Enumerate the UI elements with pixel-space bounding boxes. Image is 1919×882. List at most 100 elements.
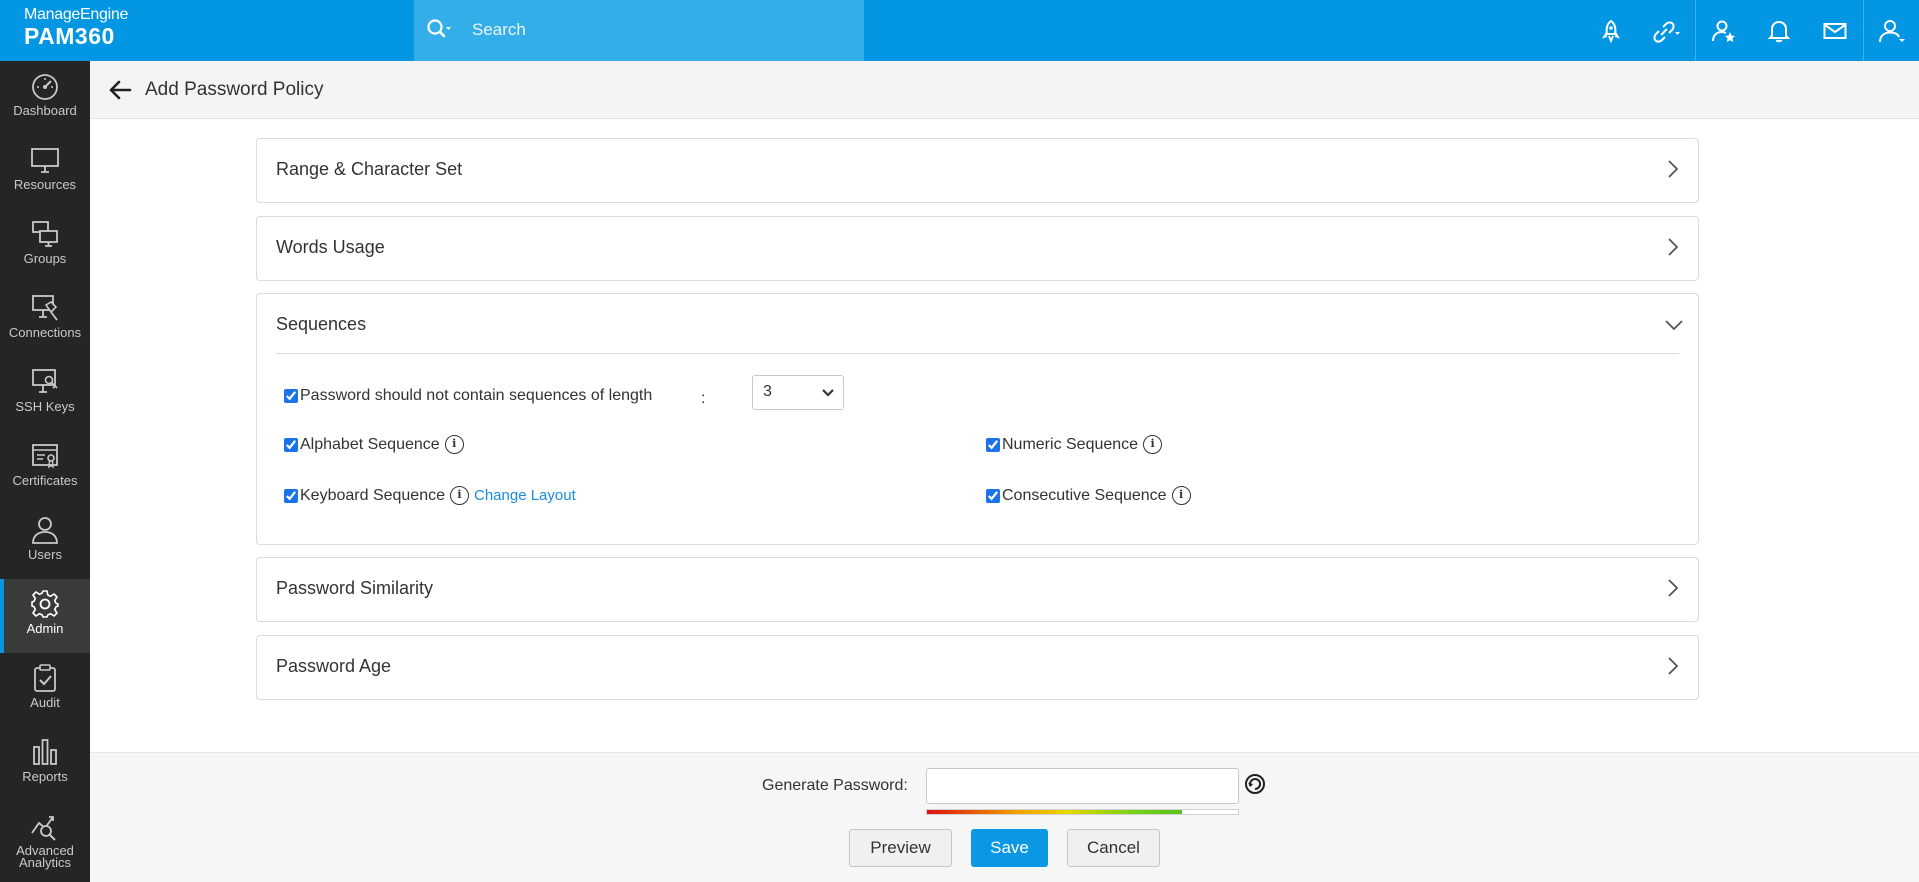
accordion-title[interactable]: Sequences (276, 314, 366, 335)
sidebar-item-connections[interactable]: Connections (0, 283, 90, 357)
consecutive-sequence-checkbox[interactable] (986, 488, 1000, 503)
keyboard-sequence-option: Keyboard Sequence i Change Layout (284, 486, 576, 505)
sidebar-item-label: Groups (23, 251, 67, 266)
user-icon (32, 517, 58, 544)
certificate-icon (32, 444, 58, 469)
sequence-length-value: 3 (763, 383, 772, 400)
search-input[interactable] (472, 18, 842, 42)
info-icon[interactable]: i (450, 486, 469, 505)
back-arrow-icon[interactable] (108, 79, 132, 101)
product-name: PAM360 (24, 23, 115, 49)
form-footer: Generate Password: Preview Save Cancel (90, 752, 1919, 882)
bell-icon[interactable] (1751, 0, 1807, 61)
alphabet-sequence-checkbox[interactable] (284, 437, 298, 452)
sidebar-item-groups[interactable]: Groups (0, 209, 90, 283)
rocket-icon[interactable] (1583, 0, 1639, 61)
analytics-icon (31, 816, 56, 841)
sequence-length-select[interactable]: 3 (752, 375, 844, 410)
chevron-right-icon (1668, 579, 1679, 597)
search-bar[interactable] (414, 0, 864, 61)
alphabet-sequence-option: Alphabet Sequence i (284, 435, 464, 454)
top-icons (1583, 0, 1919, 61)
chevron-right-icon (1668, 160, 1679, 178)
ssh-keys-icon (32, 369, 58, 393)
chevron-down-icon (822, 389, 834, 397)
sidebar-item-users[interactable]: Users (0, 505, 90, 579)
company-name: ManageEngine (24, 6, 129, 23)
user-icon[interactable] (1863, 0, 1919, 61)
monitor-icon (31, 148, 59, 173)
accordion-title: Password Age (276, 656, 392, 676)
search-icon[interactable] (426, 18, 452, 42)
sidebar-item-label: Advanced Analytics (16, 843, 74, 870)
keyboard-sequence-checkbox[interactable] (284, 488, 298, 503)
accordion-password-similarity[interactable]: Password Similarity (256, 557, 1699, 622)
accordion-sequences: Sequences Password should not contain se… (256, 293, 1699, 545)
colon-separator: : (701, 390, 706, 407)
generate-password-label: Generate Password: (762, 777, 908, 794)
top-bar: ManageEngine PAM360 (0, 0, 1919, 61)
keyboard-sequence-label: Keyboard Sequence (300, 486, 445, 504)
page-header: Add Password Policy (90, 61, 1919, 119)
sequence-length-checkbox[interactable] (284, 389, 298, 403)
numeric-sequence-label: Numeric Sequence (1002, 435, 1139, 453)
gear-icon (31, 590, 59, 618)
page-title: Add Password Policy (145, 79, 324, 100)
divider (276, 353, 1679, 354)
link-icon[interactable] (1639, 0, 1695, 61)
chevron-right-icon (1668, 657, 1679, 675)
dashboard-icon (32, 74, 58, 100)
cancel-button[interactable]: Cancel (1067, 829, 1160, 867)
sidebar: Dashboard Resources Groups Connections S… (0, 61, 90, 882)
user-star-icon[interactable] (1695, 0, 1751, 61)
numeric-sequence-checkbox[interactable] (986, 437, 1000, 452)
sidebar-item-label: Users (28, 547, 62, 562)
accordion-range-character-set[interactable]: Range & Character Set (256, 138, 1699, 203)
sidebar-item-audit[interactable]: Audit (0, 653, 90, 727)
sidebar-item-label: Dashboard (13, 103, 77, 118)
password-strength-fill (927, 810, 1183, 814)
brand-logo[interactable]: ManageEngine PAM360 (24, 6, 128, 50)
sidebar-item-label: Admin (26, 621, 64, 636)
accordion-words-usage[interactable]: Words Usage (256, 216, 1699, 281)
sidebar-item-label: Reports (22, 769, 68, 784)
accordion-title: Password Similarity (276, 578, 434, 598)
chevron-down-icon[interactable] (1664, 318, 1684, 332)
sidebar-item-certificates[interactable]: Certificates (0, 431, 90, 505)
sidebar-item-reports[interactable]: Reports (0, 727, 90, 801)
mail-icon[interactable] (1807, 0, 1863, 61)
bar-chart-icon (33, 739, 57, 765)
numeric-sequence-option: Numeric Sequence i (986, 435, 1163, 454)
sidebar-item-advanced-analytics[interactable]: Advanced Analytics (0, 801, 90, 875)
save-button[interactable]: Save (971, 829, 1048, 867)
consecutive-sequence-option: Consecutive Sequence i (986, 486, 1191, 505)
accordion-title: Range & Character Set (276, 159, 463, 179)
change-layout-link[interactable]: Change Layout (474, 487, 576, 504)
sidebar-item-label: SSH Keys (15, 399, 75, 414)
sequence-length-label: Password should not contain sequences of… (300, 387, 653, 404)
sidebar-item-ssh-keys[interactable]: SSH Keys (0, 357, 90, 431)
sidebar-item-admin[interactable]: Admin (0, 579, 90, 653)
connections-icon (32, 295, 58, 321)
alphabet-sequence-label: Alphabet Sequence (300, 435, 440, 453)
generate-password-field[interactable] (926, 768, 1239, 804)
info-icon[interactable]: i (1171, 486, 1191, 505)
info-icon[interactable]: i (444, 435, 464, 454)
sidebar-item-dashboard[interactable]: Dashboard (0, 61, 90, 135)
chevron-right-icon (1668, 238, 1679, 256)
refresh-generate-icon[interactable] (1243, 772, 1267, 796)
preview-button[interactable]: Preview (849, 829, 952, 867)
sidebar-item-label: Connections (8, 325, 82, 340)
clipboard-check-icon (34, 664, 56, 692)
password-strength-meter (926, 809, 1239, 815)
sidebar-item-label: Certificates (12, 473, 78, 488)
accordion-title: Words Usage (276, 237, 385, 257)
consecutive-sequence-label: Consecutive Sequence (1002, 486, 1167, 504)
sidebar-item-label: Audit (30, 695, 60, 710)
sidebar-item-label: Resources (13, 177, 77, 192)
groups-icon (32, 221, 58, 247)
sidebar-item-resources[interactable]: Resources (0, 135, 90, 209)
info-icon[interactable]: i (1143, 435, 1163, 454)
sequence-length-option: Password should not contain sequences of… (284, 387, 652, 405)
accordion-password-age[interactable]: Password Age (256, 635, 1699, 700)
